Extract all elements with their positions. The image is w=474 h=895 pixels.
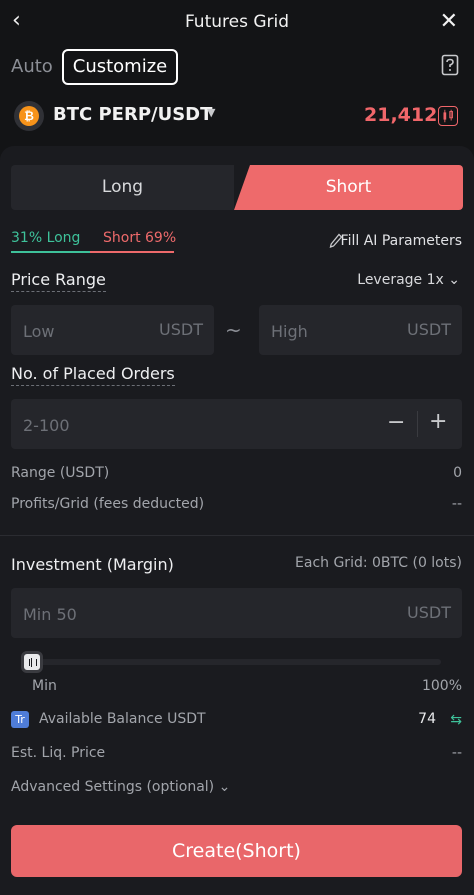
pair-selector[interactable]: BTC PERP/USDT xyxy=(53,104,212,125)
low-unit: USDT xyxy=(159,320,203,339)
high-placeholder: High xyxy=(271,322,308,341)
close-icon[interactable]: ✕ xyxy=(440,9,458,34)
candlestick-chart-icon[interactable] xyxy=(438,106,458,126)
long-ratio: 31% Long xyxy=(11,230,81,246)
available-balance-label: Available Balance USDT xyxy=(39,711,206,727)
investment-unit: USDT xyxy=(407,603,451,622)
each-grid-info: Each Grid: 0BTC (0 lots) xyxy=(295,555,462,571)
fill-ai-parameters-link[interactable]: Fill AI Parameters xyxy=(341,233,462,249)
available-balance-value: 74 xyxy=(418,711,436,727)
btc-symbol: ₿ xyxy=(19,106,39,126)
orders-label: No. of Placed Orders xyxy=(11,364,175,386)
section-divider xyxy=(0,535,474,536)
profit-grid-label: Profits/Grid (fees deducted) xyxy=(11,496,205,512)
range-label: Range (USDT) xyxy=(11,465,110,481)
guide-doc-icon[interactable] xyxy=(441,54,459,76)
chevron-down-icon: ⌄ xyxy=(448,272,460,288)
tab-auto[interactable]: Auto xyxy=(11,56,53,77)
caret-down-icon[interactable]: ▼ xyxy=(207,106,215,119)
low-price-input[interactable]: Low USDT xyxy=(11,305,214,355)
short-ratio: Short 69% xyxy=(103,230,177,246)
tab-long[interactable]: Long xyxy=(11,165,234,210)
investment-slider[interactable] xyxy=(30,659,441,665)
investment-label: Investment (Margin) xyxy=(11,555,174,574)
orders-input[interactable]: 2-100 − + xyxy=(11,399,462,449)
liq-price-label: Est. Liq. Price xyxy=(11,745,106,761)
slider-handle[interactable] xyxy=(21,651,43,673)
transfer-badge-icon: Tr xyxy=(11,711,29,728)
low-placeholder: Low xyxy=(23,322,55,341)
orders-placeholder: 2-100 xyxy=(23,416,70,435)
last-price: 21,412 xyxy=(364,104,438,126)
increase-button[interactable]: + xyxy=(429,409,447,434)
liq-price-value: -- xyxy=(451,745,462,761)
btc-coin-icon: ₿ xyxy=(14,101,44,131)
leverage-value: Leverage 1x xyxy=(357,272,444,288)
short-ratio-bar xyxy=(90,251,174,253)
high-unit: USDT xyxy=(407,320,451,339)
long-ratio-bar xyxy=(11,251,90,253)
tab-short[interactable]: Short xyxy=(234,165,463,210)
slider-max-label: 100% xyxy=(421,678,462,694)
investment-input[interactable]: Min 50 USDT xyxy=(11,588,462,638)
page-title: Futures Grid xyxy=(184,12,290,32)
slider-min-label: Min xyxy=(32,678,57,694)
create-short-button[interactable]: Create(Short) xyxy=(11,825,462,877)
range-value: 0 xyxy=(453,465,462,481)
decrease-button[interactable]: − xyxy=(387,410,405,435)
grip-icon-center xyxy=(31,658,32,667)
price-range-label: Price Range xyxy=(11,270,106,292)
investment-placeholder: Min 50 xyxy=(23,605,77,624)
leverage-selector[interactable]: Leverage 1x ⌄ xyxy=(357,272,460,288)
range-separator: ~ xyxy=(225,318,242,342)
transfer-icon[interactable]: ⇆ xyxy=(450,712,462,728)
high-price-input[interactable]: High USDT xyxy=(259,305,462,355)
advanced-settings-toggle[interactable]: Advanced Settings (optional) ⌄ xyxy=(11,779,230,795)
tab-customize[interactable]: Customize xyxy=(62,49,178,85)
profit-grid-value: -- xyxy=(451,496,462,512)
stepper-divider xyxy=(417,411,418,437)
